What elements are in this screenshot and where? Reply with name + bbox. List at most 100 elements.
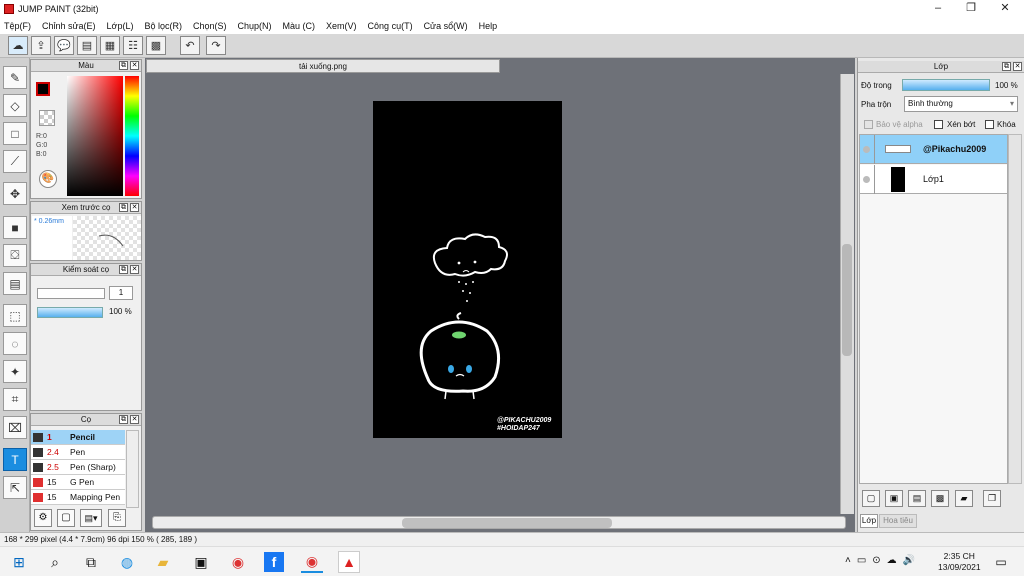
message-icon[interactable]: ▤ xyxy=(77,36,97,55)
duplicate-layer-icon[interactable]: ❐ xyxy=(983,490,1001,507)
detach-icon[interactable]: ⧉ xyxy=(119,61,128,70)
close-icon[interactable]: ✕ xyxy=(130,415,139,424)
tab-navigator[interactable]: Hoa tiêu xyxy=(879,514,917,528)
lock-checkbox[interactable] xyxy=(985,120,994,129)
layer-row[interactable]: @Pikachu2009 xyxy=(860,135,1007,164)
notification-icon[interactable]: ▭ xyxy=(990,551,1012,573)
palette-icon[interactable]: 🎨 xyxy=(39,170,57,188)
menu-color[interactable]: Màu (C) xyxy=(283,21,316,31)
menu-capture[interactable]: Chụp(N) xyxy=(238,21,272,31)
minimize-button[interactable]: – xyxy=(920,0,956,17)
maximize-button[interactable]: ❐ xyxy=(953,0,989,17)
protect-alpha-checkbox[interactable] xyxy=(864,120,873,129)
layer-opacity-slider[interactable] xyxy=(902,79,990,91)
rectangle-tool-icon[interactable]: □ xyxy=(3,122,27,145)
task-view-icon[interactable]: ⧉ xyxy=(80,551,102,573)
brush-list-scrollbar[interactable] xyxy=(126,430,139,508)
gradient-tool-icon[interactable]: ▤ xyxy=(3,272,27,295)
share-icon[interactable]: ⇪ xyxy=(31,36,51,55)
detach-icon[interactable]: ⧉ xyxy=(119,265,128,274)
transparent-color[interactable] xyxy=(39,110,55,126)
lasso-icon[interactable]: ◌ xyxy=(3,332,27,355)
layer-row[interactable]: Lớp1 xyxy=(860,165,1007,194)
folder-icon[interactable]: ▰ xyxy=(955,490,973,507)
jump-paint-icon[interactable]: ▲ xyxy=(338,551,360,573)
saturation-box[interactable] xyxy=(67,76,123,196)
tab-layers[interactable]: Lớp xyxy=(860,514,878,528)
bucket-tool-icon[interactable]: ⛋ xyxy=(3,244,27,267)
page-icon[interactable]: ▦ xyxy=(100,36,120,55)
brush-item[interactable]: 2.4 Pen xyxy=(31,445,125,460)
brush-size-input[interactable]: 1 xyxy=(109,286,133,300)
brush-item[interactable]: 15 G Pen xyxy=(31,475,125,490)
menu-file[interactable]: Tệp(F) xyxy=(4,21,31,31)
eraser-tool-icon[interactable]: ◇ xyxy=(3,94,27,117)
close-icon[interactable]: ✕ xyxy=(130,265,139,274)
menu-tools[interactable]: Công cụ(T) xyxy=(368,21,413,31)
foreground-color[interactable] xyxy=(36,82,50,96)
select-eraser-icon[interactable]: ⌧ xyxy=(3,416,27,439)
brush-size-slider[interactable] xyxy=(37,288,105,299)
menu-view[interactable]: Xem(V) xyxy=(326,21,357,31)
text-tool-icon[interactable]: T xyxy=(3,448,27,471)
document-tab[interactable]: tải xuống.png xyxy=(146,59,500,73)
menu-edit[interactable]: Chỉnh sửa(E) xyxy=(42,21,96,31)
visibility-icon[interactable] xyxy=(863,146,870,153)
menu-help[interactable]: Help xyxy=(479,21,498,31)
new-layer-icon[interactable]: ▢ xyxy=(862,490,880,507)
blend-mode-select[interactable]: Bình thường ▾ xyxy=(904,96,1018,112)
brush-item[interactable]: 2.5 Pen (Sharp) xyxy=(31,460,125,475)
search-icon[interactable]: ⌕ xyxy=(44,551,66,573)
menu-window[interactable]: Cửa sổ(W) xyxy=(424,21,468,31)
brush-settings-icon[interactable]: ⚙ xyxy=(34,509,52,527)
horizontal-scroll-thumb[interactable] xyxy=(402,518,612,528)
halftone-layer-icon[interactable]: ▩ xyxy=(931,490,949,507)
redo-icon[interactable]: ↷ xyxy=(206,36,226,55)
comment-icon[interactable]: 💬 xyxy=(54,36,74,55)
clip-checkbox[interactable] xyxy=(934,120,943,129)
undo-icon[interactable]: ↶ xyxy=(180,36,200,55)
brush-import-icon[interactable]: ⎘ xyxy=(108,509,126,527)
close-icon[interactable]: ✕ xyxy=(1013,62,1022,71)
select-pen-icon[interactable]: ⌗ xyxy=(3,388,27,411)
opacity-slider[interactable] xyxy=(37,307,103,318)
clock[interactable]: 2:35 CH 13/09/2021 xyxy=(938,551,981,573)
vertical-scroll-thumb[interactable] xyxy=(842,244,852,356)
windows-start-icon[interactable]: ⊞ xyxy=(8,551,30,573)
magic-wand-icon[interactable]: ✦ xyxy=(3,360,27,383)
store-icon[interactable]: ▣ xyxy=(190,551,212,573)
detach-icon[interactable]: ⧉ xyxy=(1002,62,1011,71)
detach-icon[interactable]: ⧉ xyxy=(119,415,128,424)
brush-tool-icon[interactable]: ✎ xyxy=(3,66,27,89)
brush-menu-icon[interactable]: ▤▾ xyxy=(80,509,102,527)
close-icon[interactable]: ✕ xyxy=(130,61,139,70)
new-layer-1bit-icon[interactable]: ▤ xyxy=(908,490,926,507)
close-button[interactable]: ✕ xyxy=(987,0,1023,17)
brush-item[interactable]: 15 Mapping Pen xyxy=(31,490,125,505)
menu-select[interactable]: Chọn(S) xyxy=(193,21,227,31)
hue-slider[interactable] xyxy=(125,76,139,196)
file-explorer-icon[interactable]: ▰ xyxy=(152,551,174,573)
close-icon[interactable]: ✕ xyxy=(130,203,139,212)
layer-scrollbar[interactable] xyxy=(1008,134,1022,484)
menu-layer[interactable]: Lớp(L) xyxy=(107,21,134,31)
menu-filter[interactable]: Bộ lọc(R) xyxy=(144,21,182,31)
operation-tool-icon[interactable]: ⇱ xyxy=(3,476,27,499)
chrome-icon[interactable]: ◉ xyxy=(227,551,249,573)
list-icon[interactable]: ☷ xyxy=(123,36,143,55)
select-rect-icon[interactable]: ⬚ xyxy=(3,304,27,327)
new-brush-icon[interactable]: ▢ xyxy=(57,509,75,527)
system-tray-icons[interactable]: ˄▭⊙☁🔊 xyxy=(845,555,921,566)
edge-icon[interactable]: ◍ xyxy=(116,551,138,573)
new-layer-8bit-icon[interactable]: ▣ xyxy=(885,490,903,507)
settings-list-icon[interactable]: ▩ xyxy=(146,36,166,55)
detach-icon[interactable]: ⧉ xyxy=(119,203,128,212)
move-tool-icon[interactable]: ✥ xyxy=(3,182,27,205)
document-canvas[interactable]: @PIKACHU2009 #HOIDAP247 xyxy=(373,101,562,438)
fill-rect-tool-icon[interactable]: ■ xyxy=(3,216,27,239)
chrome-profile-icon[interactable]: ◉ xyxy=(301,551,323,573)
facebook-icon[interactable]: f xyxy=(264,552,284,572)
line-tool-icon[interactable]: ⟋ xyxy=(3,150,27,173)
brush-item[interactable]: 1 Pencil xyxy=(31,430,125,445)
cloud-icon[interactable]: ☁ xyxy=(8,36,28,55)
